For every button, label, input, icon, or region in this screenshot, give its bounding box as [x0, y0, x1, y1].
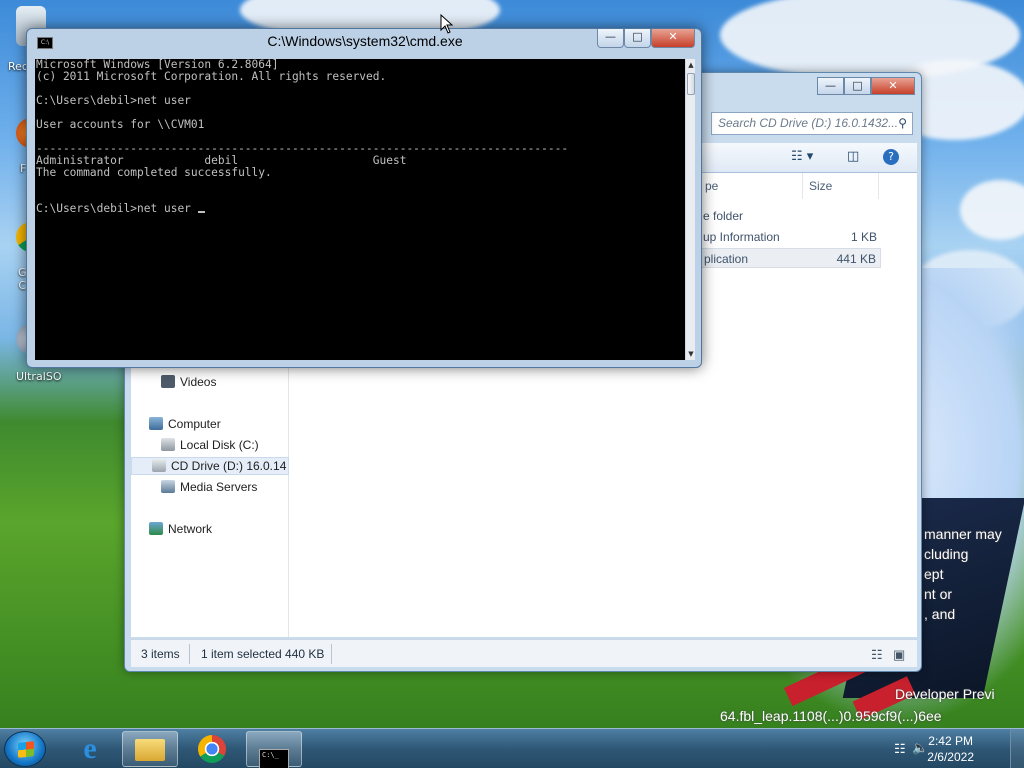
videos-icon: [161, 375, 175, 388]
watermark-build: 64.fbl_leap.1108(...)0.959cf9(...)6ee: [720, 708, 942, 724]
watermark-line: , and: [924, 606, 956, 622]
clock[interactable]: 2:42 PM 2/6/2022: [927, 733, 974, 765]
column-header-type[interactable]: pe: [699, 173, 803, 199]
console-output[interactable]: Microsoft Windows [Version 6.2.8064] (c)…: [35, 59, 685, 360]
start-button[interactable]: [4, 731, 46, 767]
file-size: 1 KB: [850, 230, 877, 244]
maximize-button[interactable]: □: [844, 77, 871, 95]
taskbar-cmd[interactable]: C:\_: [246, 731, 302, 768]
nav-item-videos[interactable]: Videos: [161, 375, 216, 389]
clock-date: 2/6/2022: [927, 750, 974, 764]
cmd-window[interactable]: C:\ C:\Windows\system32\cmd.exe — □ ✕ Mi…: [26, 28, 702, 368]
clock-time: 2:42 PM: [928, 734, 973, 748]
column-header-size[interactable]: Size: [803, 173, 879, 199]
cd-drive-icon: [152, 459, 166, 472]
file-row[interactable]: plication 441 KB: [699, 248, 881, 268]
file-type: up Information: [703, 230, 780, 244]
vertical-scrollbar[interactable]: ▲ ▼: [685, 59, 695, 360]
taskbar-file-explorer[interactable]: [122, 731, 178, 767]
nav-item-label: Media Servers: [180, 480, 258, 494]
nav-item-label: Local Disk (C:): [180, 438, 259, 452]
taskbar: e C:\_ ☷ 🔈 2:42 PM 2/6/2022: [0, 728, 1024, 768]
maximize-button[interactable]: □: [624, 29, 651, 48]
scrollbar-thumb[interactable]: [687, 73, 695, 95]
mouse-cursor-icon: [440, 14, 454, 34]
nav-item-label: Computer: [168, 417, 221, 431]
console-cursor: [197, 211, 205, 213]
window-caption-buttons: — □ ✕: [597, 29, 695, 48]
internet-explorer-icon: e: [83, 732, 97, 765]
taskbar-internet-explorer[interactable]: e: [62, 731, 118, 767]
large-icons-view-icon[interactable]: ▣: [893, 647, 905, 663]
window-caption-buttons: — □ ✕: [817, 77, 915, 95]
show-desktop-button[interactable]: [1010, 729, 1024, 768]
file-size: 441 KB: [836, 252, 876, 266]
desktop-icon-label: UltraISO: [16, 370, 62, 383]
view-options-icon[interactable]: ☷ ▾: [791, 149, 813, 164]
desktop-icon-label: Rec: [8, 60, 28, 73]
taskbar-chrome[interactable]: [184, 731, 240, 767]
watermark-line: cluding: [924, 546, 969, 562]
nav-item-computer[interactable]: Computer: [149, 417, 221, 431]
network-tray-icon[interactable]: ☷: [894, 741, 906, 757]
nav-item-label: Videos: [180, 375, 217, 389]
volume-icon[interactable]: 🔈: [912, 740, 928, 756]
media-server-icon: [161, 480, 175, 493]
nav-item-label: CD Drive (D:) 16.0.14: [171, 459, 287, 473]
watermark-build: Developer Previ: [895, 686, 995, 702]
scroll-up-icon[interactable]: ▲: [686, 59, 696, 71]
search-input[interactable]: Search CD Drive (D:) 16.0.1432... ⚲: [711, 112, 913, 135]
watermark-line: ept: [924, 566, 944, 582]
network-icon: [149, 522, 163, 535]
nav-item-media-servers[interactable]: Media Servers: [161, 480, 257, 494]
file-explorer-icon: [135, 739, 165, 761]
hard-disk-icon: [161, 438, 175, 451]
nav-item-local-disk[interactable]: Local Disk (C:): [161, 438, 259, 452]
file-type: plication: [704, 252, 749, 266]
preview-pane-icon[interactable]: ◫: [847, 149, 859, 164]
system-tray: ☷ 🔈 2:42 PM 2/6/2022: [884, 729, 1024, 768]
watermark-line: nt or: [924, 586, 953, 602]
console-text: Microsoft Windows [Version 6.2.8064] (c)…: [36, 59, 569, 215]
file-type: e folder: [703, 209, 744, 223]
computer-icon: [149, 417, 163, 430]
minimize-button[interactable]: —: [597, 29, 624, 48]
minimize-button[interactable]: —: [817, 77, 844, 95]
nav-item-label: Network: [168, 522, 213, 536]
close-button[interactable]: ✕: [871, 77, 915, 95]
chrome-icon: [198, 735, 226, 763]
file-row[interactable]: up Information 1 KB: [699, 227, 881, 247]
nav-item-cd-drive[interactable]: CD Drive (D:) 16.0.14: [131, 457, 289, 475]
close-button[interactable]: ✕: [651, 29, 695, 48]
status-item-count: 3 items: [141, 647, 180, 661]
search-icon[interactable]: ⚲: [898, 116, 907, 130]
watermark-line: manner may: [924, 526, 1002, 542]
help-icon[interactable]: ?: [883, 149, 899, 165]
search-placeholder: Search CD Drive (D:) 16.0.1432...: [718, 116, 899, 130]
cmd-icon: C:\_: [259, 749, 289, 768]
status-selection: 1 item selected 440 KB: [201, 647, 325, 661]
details-view-icon[interactable]: ☷: [871, 647, 883, 663]
status-bar: 3 items 1 item selected 440 KB ☷ ▣: [131, 639, 917, 667]
nav-item-network[interactable]: Network: [149, 522, 212, 536]
file-row[interactable]: e folder: [699, 206, 881, 226]
scroll-down-icon[interactable]: ▼: [686, 348, 696, 360]
